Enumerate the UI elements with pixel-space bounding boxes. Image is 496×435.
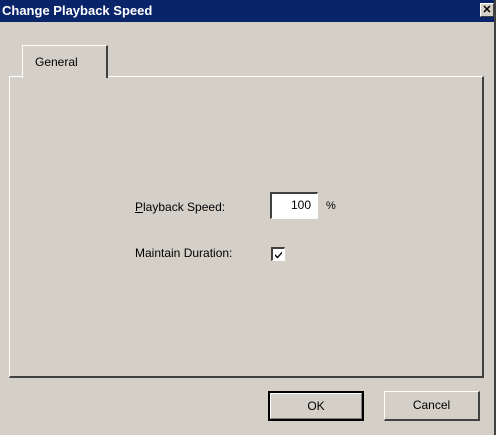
cancel-button-label: Cancel: [412, 398, 451, 412]
tab-general[interactable]: General: [22, 45, 108, 78]
playback-speed-input[interactable]: 100: [270, 192, 318, 219]
change-playback-speed-dialog: Change Playback Speed ✕ General Playback…: [0, 0, 494, 435]
percent-unit-label: %: [326, 200, 336, 212]
playback-speed-label: Playback Speed:: [135, 200, 226, 214]
close-icon: ✕: [482, 4, 492, 16]
ok-button-label: OK: [307, 399, 325, 413]
window-title: Change Playback Speed: [2, 3, 153, 18]
cancel-button[interactable]: Cancel: [384, 391, 480, 421]
tab-general-label: General: [35, 55, 78, 69]
tab-panel-general: [9, 76, 484, 378]
maintain-duration-label: Maintain Duration:: [135, 246, 233, 260]
ok-button[interactable]: OK: [268, 391, 364, 421]
title-bar[interactable]: Change Playback Speed ✕: [0, 0, 494, 22]
maintain-duration-checkbox[interactable]: [271, 247, 285, 261]
close-button[interactable]: ✕: [480, 3, 494, 17]
checkmark-icon: [275, 251, 282, 259]
